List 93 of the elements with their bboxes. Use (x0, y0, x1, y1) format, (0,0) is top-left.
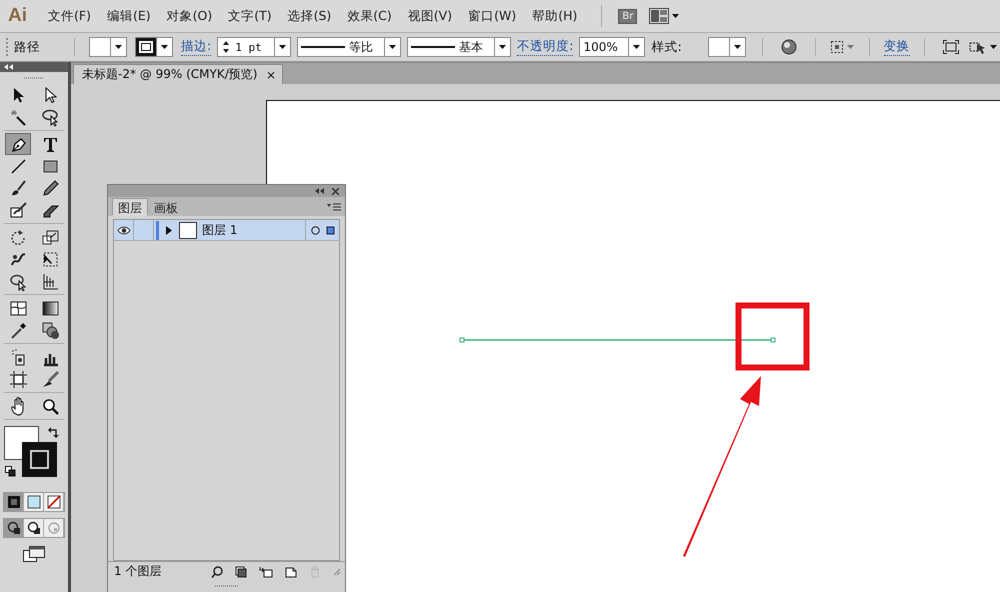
stroke-profile-dropdown[interactable]: 等比 (297, 37, 402, 57)
bridge-button[interactable]: Br (618, 8, 638, 24)
lasso-icon (40, 108, 60, 126)
transform-link[interactable]: 变换 (884, 38, 910, 56)
magic-wand-icon (8, 108, 28, 126)
panel-tab[interactable]: 图层 (112, 198, 148, 216)
draw-mode-button[interactable] (4, 519, 24, 537)
blend-icon (40, 320, 60, 340)
artboard-icon (8, 370, 28, 388)
gradient-icon (40, 298, 60, 318)
menu-item[interactable]: 对象(O) (166, 8, 212, 24)
document-tab[interactable]: 未标题-2* @ 99% (CMYK/预览) × (73, 64, 283, 84)
grip-icon[interactable] (24, 77, 44, 80)
workspace-button[interactable] (649, 8, 680, 24)
globe-icon[interactable] (780, 39, 797, 55)
selection-square-icon[interactable] (326, 226, 334, 234)
screen-mode-icon[interactable] (23, 546, 45, 562)
menu-item[interactable]: 文字(T) (228, 8, 272, 24)
expand-triangle-icon[interactable] (165, 226, 173, 234)
transform-icon[interactable] (942, 40, 959, 54)
collapse-icon[interactable] (315, 188, 324, 194)
caret-icon (846, 43, 855, 51)
menu-item[interactable]: 帮助(H) (532, 8, 578, 24)
eye-icon[interactable] (116, 226, 130, 234)
panel-menu-icon[interactable] (327, 202, 341, 210)
caret-icon (671, 12, 680, 20)
opacity-link[interactable]: 不透明度: (517, 38, 574, 56)
tool-button[interactable] (5, 133, 31, 155)
line-sample-icon (411, 45, 456, 49)
color-icon (6, 494, 22, 510)
mesh-icon (8, 298, 28, 318)
draw-mode-button[interactable] (24, 519, 44, 537)
scale-icon (40, 228, 60, 246)
brush-dropdown[interactable]: 基本 (407, 37, 512, 57)
new-sublayer-icon[interactable] (259, 566, 273, 578)
swap-icon[interactable] (48, 426, 60, 438)
layer-row[interactable]: 图层 1 (114, 220, 339, 241)
menu-item[interactable]: 效果(C) (347, 8, 392, 24)
default-colors-icon[interactable] (5, 466, 16, 477)
caret-icon (988, 43, 998, 51)
close-button[interactable]: × (266, 68, 276, 82)
pointer-icon (968, 40, 987, 54)
app-logo: Ai (8, 5, 28, 27)
dropdown-button[interactable] (157, 37, 173, 57)
align-icon (830, 40, 844, 54)
color-mode-button[interactable] (24, 493, 44, 511)
caret-icon (160, 43, 169, 51)
menu-item[interactable]: 窗口(W) (468, 8, 516, 24)
caret-icon (732, 43, 742, 51)
menu-item[interactable]: 视图(V) (408, 8, 452, 24)
new-layer-icon[interactable] (285, 566, 297, 578)
none-icon (46, 494, 62, 510)
menu-item[interactable]: 选择(S) (288, 8, 332, 24)
target-circle-icon[interactable] (310, 226, 320, 234)
object-type-label: 路径 (14, 38, 40, 56)
dropdown-button[interactable] (730, 37, 746, 57)
stroke-swatch[interactable] (135, 37, 157, 57)
collapse-icon[interactable] (4, 64, 14, 70)
zoom-icon (40, 396, 60, 416)
close-icon[interactable] (332, 188, 339, 194)
style-label: 样式: (651, 38, 682, 56)
free-transform-icon (40, 250, 60, 268)
clipping-mask-icon[interactable] (235, 566, 247, 578)
layout-icon (649, 8, 670, 24)
color-mode-button[interactable] (44, 493, 64, 511)
menu-item[interactable]: 编辑(E) (106, 8, 151, 24)
opacity-field[interactable]: 100% (579, 37, 646, 57)
slice-icon (40, 370, 60, 388)
search-icon[interactable] (211, 566, 223, 578)
stroke-link[interactable]: 描边: (181, 38, 212, 56)
line-sample-icon (301, 45, 346, 49)
behind-draw-icon (26, 520, 42, 536)
layer-thumbnail (179, 222, 197, 238)
normal-draw-icon (6, 520, 22, 536)
resize-grip-icon[interactable] (333, 568, 341, 576)
options-button[interactable] (968, 40, 998, 54)
caret-icon (114, 43, 123, 51)
inside-draw-icon (46, 520, 62, 536)
rotate-icon (8, 228, 28, 246)
grip-icon[interactable] (214, 585, 238, 588)
color-mode-button[interactable] (4, 493, 24, 511)
stroke-weight-field[interactable]: 1 pt (217, 37, 292, 57)
eyedropper-icon (8, 320, 28, 340)
fill-swatch[interactable] (89, 37, 111, 57)
blob-brush-icon (8, 200, 28, 220)
menu-item[interactable]: 文件(F) (48, 8, 91, 24)
dropdown-button[interactable] (111, 37, 127, 57)
layer-name[interactable]: 图层 1 (202, 222, 238, 238)
layer-count: 1 个图层 (114, 563, 162, 580)
style-swatch[interactable] (708, 37, 730, 57)
pencil-icon (40, 178, 60, 198)
gradient-icon (26, 494, 42, 510)
align-button[interactable] (830, 40, 855, 54)
